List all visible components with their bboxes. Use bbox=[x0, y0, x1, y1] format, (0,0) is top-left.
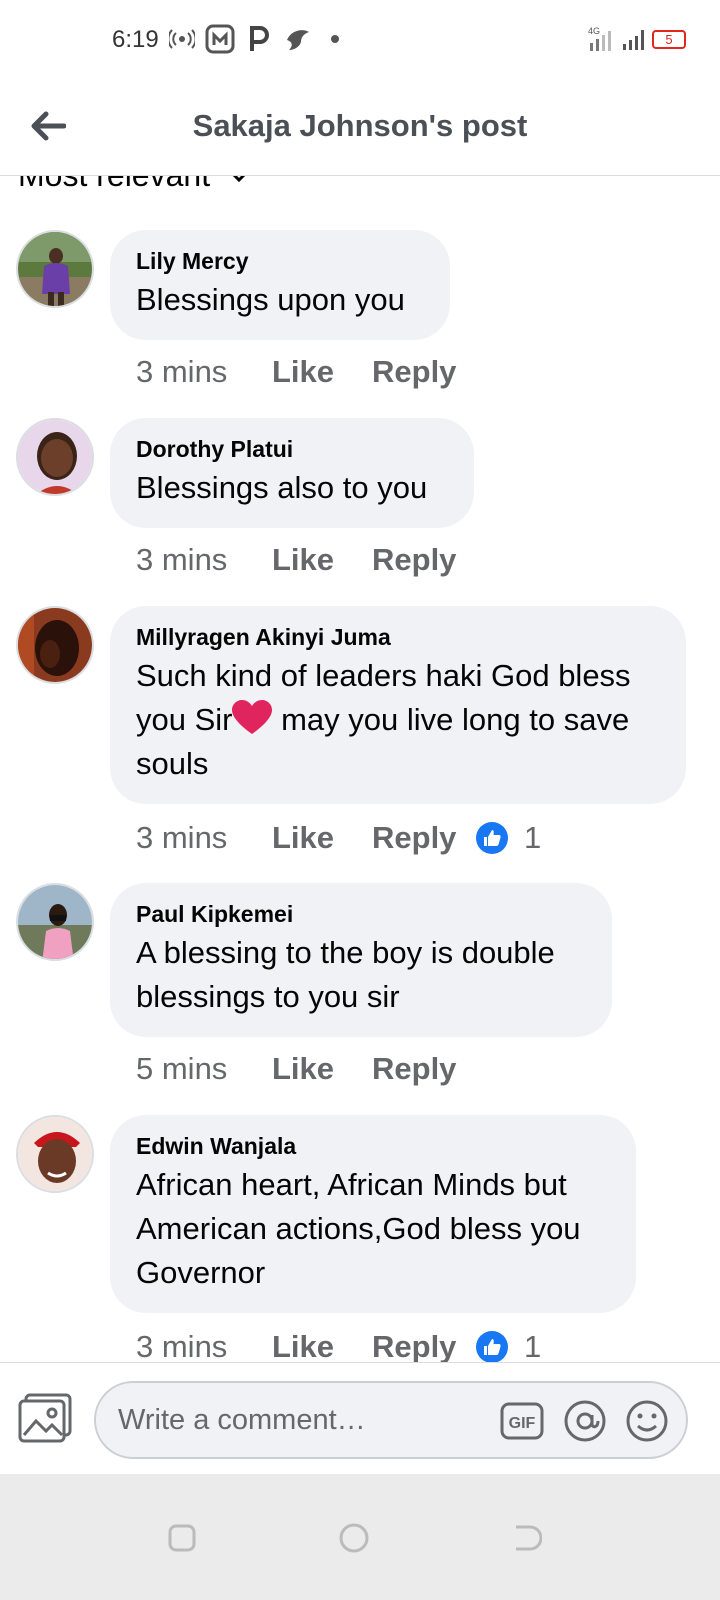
signal-icon bbox=[622, 24, 648, 54]
comment-bubble[interactable]: Dorothy Platui Blessings also to you bbox=[110, 418, 474, 528]
reply-button[interactable]: Reply bbox=[372, 1051, 476, 1087]
comment-time: 5 mins bbox=[136, 1051, 228, 1086]
reply-button[interactable]: Reply bbox=[372, 354, 476, 390]
reply-button[interactable]: Reply bbox=[372, 542, 476, 578]
comment-actions: 3 mins Like Reply bbox=[136, 540, 476, 580]
comment-author[interactable]: Paul Kipkemei bbox=[136, 899, 586, 929]
parking-icon bbox=[248, 24, 270, 54]
avatar[interactable] bbox=[16, 883, 94, 961]
comment-text-line: souls bbox=[136, 746, 209, 781]
comment-author[interactable]: Edwin Wanjala bbox=[136, 1131, 610, 1161]
like-icon bbox=[476, 822, 508, 854]
hotspot-icon bbox=[168, 24, 196, 54]
comment-text-line: African heart, African Minds but bbox=[136, 1167, 567, 1202]
comment-actions: 5 mins Like Reply bbox=[136, 1049, 476, 1089]
notification-dot-icon bbox=[330, 24, 340, 54]
comment-text-span: may you live long to save bbox=[281, 702, 630, 737]
status-bar: 6:19 4G 5 bbox=[0, 0, 720, 80]
comment-text: Such kind of leaders haki God bless you … bbox=[136, 654, 660, 786]
recents-icon bbox=[168, 1524, 196, 1552]
home-icon bbox=[339, 1523, 369, 1553]
heart-emoji-icon bbox=[232, 700, 273, 734]
comment-actions: 3 mins Like Reply bbox=[136, 352, 476, 392]
like-button[interactable]: Like bbox=[272, 1329, 372, 1365]
comment-bubble[interactable]: Edwin Wanjala African heart, African Min… bbox=[110, 1115, 636, 1313]
svg-text:GIF: GIF bbox=[509, 1415, 536, 1432]
home-button[interactable] bbox=[334, 1518, 374, 1558]
emoji-icon bbox=[626, 1400, 668, 1442]
gif-button[interactable]: GIF bbox=[500, 1399, 544, 1443]
back-nav-button[interactable] bbox=[506, 1518, 546, 1558]
comment-time: 3 mins bbox=[136, 820, 228, 855]
back-nav-icon bbox=[516, 1525, 542, 1551]
comment-time: 3 mins bbox=[136, 542, 228, 577]
svg-text:4G: 4G bbox=[588, 26, 600, 36]
comment-time: 3 mins bbox=[136, 1329, 228, 1364]
like-button[interactable]: Like bbox=[272, 1051, 372, 1087]
comment-author[interactable]: Millyragen Akinyi Juma bbox=[136, 622, 660, 652]
photo-icon bbox=[18, 1393, 72, 1443]
like-icon bbox=[476, 1331, 508, 1363]
app-notification-icon bbox=[205, 24, 235, 54]
comment-text-line: you Sir may you live long to save bbox=[136, 698, 660, 742]
comment-bubble[interactable]: Paul Kipkemei A blessing to the boy is d… bbox=[110, 883, 612, 1037]
avatar[interactable] bbox=[16, 418, 94, 496]
battery-icon: 5 bbox=[652, 30, 686, 49]
bird-icon bbox=[285, 24, 311, 54]
avatar[interactable] bbox=[16, 230, 94, 308]
reaction-summary[interactable]: 1 bbox=[476, 820, 541, 856]
comment-text: Blessings upon you bbox=[136, 282, 405, 317]
status-time: 6:19 bbox=[112, 26, 159, 53]
mention-button[interactable] bbox=[563, 1399, 607, 1443]
reaction-count: 1 bbox=[524, 820, 542, 855]
like-button[interactable]: Like bbox=[272, 820, 372, 856]
comment-text-line: A blessing to the boy is double bbox=[136, 935, 555, 970]
comment-bubble[interactable]: Millyragen Akinyi Juma Such kind of lead… bbox=[110, 606, 686, 804]
comment-actions: 3 mins Like Reply 1 bbox=[136, 818, 541, 858]
comment-text-span: you Sir bbox=[136, 702, 233, 737]
avatar[interactable] bbox=[16, 606, 94, 684]
reaction-summary[interactable]: 1 bbox=[476, 1329, 541, 1365]
reply-button[interactable]: Reply bbox=[372, 820, 476, 856]
comment-time: 3 mins bbox=[136, 354, 228, 389]
like-button[interactable]: Like bbox=[272, 354, 372, 390]
system-nav-bar bbox=[0, 1474, 720, 1600]
reaction-count: 1 bbox=[524, 1329, 542, 1364]
photo-button[interactable] bbox=[18, 1393, 74, 1449]
avatar[interactable] bbox=[16, 1115, 94, 1193]
comment-author[interactable]: Dorothy Platui bbox=[136, 434, 448, 464]
top-header: Sakaja Johnson's post bbox=[0, 80, 720, 176]
comment-text-line: American actions,God bless you bbox=[136, 1211, 581, 1246]
page-title: Sakaja Johnson's post bbox=[192, 108, 528, 143]
recents-button[interactable] bbox=[162, 1518, 202, 1558]
comment-text-line: blessings to you sir bbox=[136, 979, 400, 1014]
gif-icon: GIF bbox=[500, 1402, 544, 1440]
comment-author[interactable]: Lily Mercy bbox=[136, 246, 424, 276]
comment-text: African heart, African Minds but America… bbox=[136, 1163, 610, 1295]
comment-text: Blessings also to you bbox=[136, 470, 428, 505]
comment-actions: 3 mins Like Reply 1 bbox=[136, 1327, 541, 1367]
comment-text-line: Such kind of leaders haki God bless bbox=[136, 658, 631, 693]
comment-bubble[interactable]: Lily Mercy Blessings upon you bbox=[110, 230, 450, 340]
at-icon bbox=[564, 1400, 606, 1442]
comment-composer: GIF bbox=[0, 1362, 720, 1474]
comment-text-line: Governor bbox=[136, 1255, 266, 1290]
emoji-button[interactable] bbox=[625, 1399, 669, 1443]
comment-text: A blessing to the boy is double blessing… bbox=[136, 931, 586, 1019]
like-button[interactable]: Like bbox=[272, 542, 372, 578]
reply-button[interactable]: Reply bbox=[372, 1329, 476, 1365]
signal-icon: 4G bbox=[588, 24, 616, 54]
